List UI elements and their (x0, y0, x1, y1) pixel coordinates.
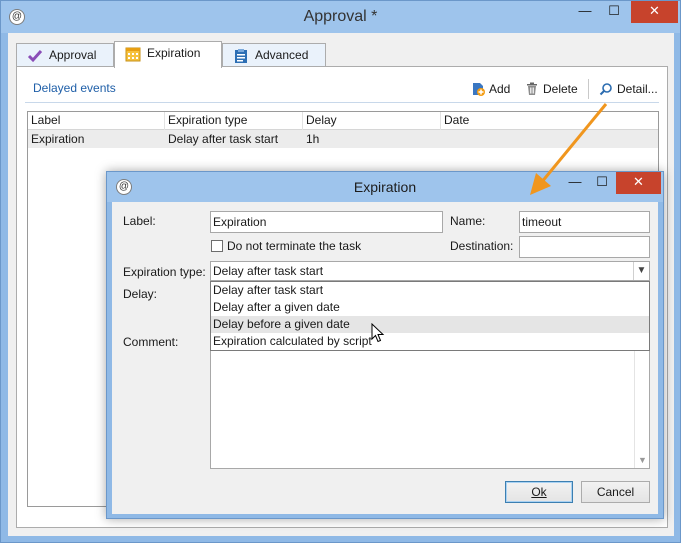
dropdown-option-expiration-by-script[interactable]: Expiration calculated by script (211, 333, 649, 350)
add-label: Add (489, 82, 511, 96)
tab-label: Expiration (147, 46, 201, 60)
dropdown-option-delay-after-task-start[interactable]: Delay after task start (211, 282, 649, 299)
cell-label: Expiration (31, 132, 85, 146)
dropdown-option-delay-before-given-date[interactable]: Delay before a given date (211, 316, 649, 333)
comment-caption: Comment: (123, 335, 179, 349)
expiration-type-dropdown: Delay after task start Delay after a giv… (210, 281, 650, 351)
cell-date (441, 130, 658, 148)
dialog-client-area: Label: Expiration Name: timeout Do not t… (112, 202, 658, 514)
delete-label: Delete (543, 82, 578, 96)
checkmark-icon (27, 50, 43, 63)
approval-title-bar[interactable]: @ Approval * — ☐ ✕ (1, 1, 680, 33)
dialog-minimize-button[interactable]: — (562, 172, 588, 194)
dialog-close-button[interactable]: ✕ (616, 172, 661, 194)
mouse-cursor-icon (371, 323, 385, 343)
expiration-type-selected: Delay after task start (213, 264, 324, 278)
add-icon (473, 83, 485, 96)
scroll-down-arrow-icon[interactable]: ▼ (635, 453, 650, 468)
grid-header: Label Expiration type Delay Date (28, 112, 658, 130)
delay-caption: Delay: (123, 287, 158, 301)
expiration-type-select[interactable]: Delay after task start ▼ (210, 261, 650, 281)
detail-button[interactable]: Detail... (599, 81, 658, 97)
tab-advanced[interactable]: Advanced (222, 43, 326, 67)
maximize-button[interactable]: ☐ (601, 1, 627, 23)
panel-title: Delayed events (33, 81, 116, 95)
toolbar-separator (588, 79, 589, 99)
close-button[interactable]: ✕ (631, 1, 678, 23)
tab-approval[interactable]: Approval (16, 43, 114, 67)
column-header-date[interactable]: Date (441, 112, 658, 130)
add-button[interactable]: Add (471, 81, 510, 97)
tab-label: Advanced (255, 48, 309, 62)
no-terminate-label[interactable]: Do not terminate the task (227, 239, 361, 253)
label-input[interactable]: Expiration (210, 211, 443, 233)
label-caption: Label: (123, 214, 156, 228)
ok-label: Ok (531, 485, 547, 499)
dialog-title-bar[interactable]: @ Expiration — ☐ ✕ (107, 172, 663, 202)
ok-button[interactable]: Ok (505, 481, 573, 503)
expiration-type-caption: Expiration type: (123, 265, 206, 279)
cancel-button[interactable]: Cancel (581, 481, 650, 503)
no-terminate-checkbox[interactable] (211, 240, 223, 252)
destination-caption: Destination: (450, 239, 514, 253)
destination-input[interactable] (519, 236, 650, 258)
chevron-down-icon[interactable]: ▼ (633, 262, 649, 280)
delayed-events-header: Delayed events Add Delete Detail... (25, 75, 659, 103)
cell-expiration-type: Delay after task start (168, 132, 279, 146)
delete-button[interactable]: Delete (525, 81, 578, 97)
column-header-expiration-type[interactable]: Expiration type (165, 112, 303, 130)
name-caption: Name: (450, 214, 486, 228)
dialog-maximize-button[interactable]: ☐ (589, 172, 615, 194)
minimize-button[interactable]: — (572, 1, 598, 23)
column-header-label[interactable]: Label (28, 112, 165, 130)
tab-label: Approval (49, 48, 97, 62)
column-header-delay[interactable]: Delay (303, 112, 441, 130)
trash-icon (527, 82, 537, 95)
table-row[interactable]: Expiration Delay after task start 1h (28, 130, 658, 148)
comment-scrollbar[interactable]: ▼ (634, 333, 649, 468)
detail-label: Detail... (617, 82, 658, 96)
dropdown-option-delay-after-given-date[interactable]: Delay after a given date (211, 299, 649, 316)
magnifier-icon (599, 83, 612, 96)
name-input[interactable]: timeout (519, 211, 650, 233)
expiration-dialog: @ Expiration — ☐ ✕ Label: Expiration Nam… (106, 171, 664, 519)
calendar-icon (125, 47, 141, 62)
clipboard-icon (235, 49, 247, 63)
tab-expiration[interactable]: Expiration (114, 41, 222, 68)
cell-delay: 1h (306, 132, 320, 146)
comment-textarea[interactable]: ▼ (210, 332, 650, 469)
